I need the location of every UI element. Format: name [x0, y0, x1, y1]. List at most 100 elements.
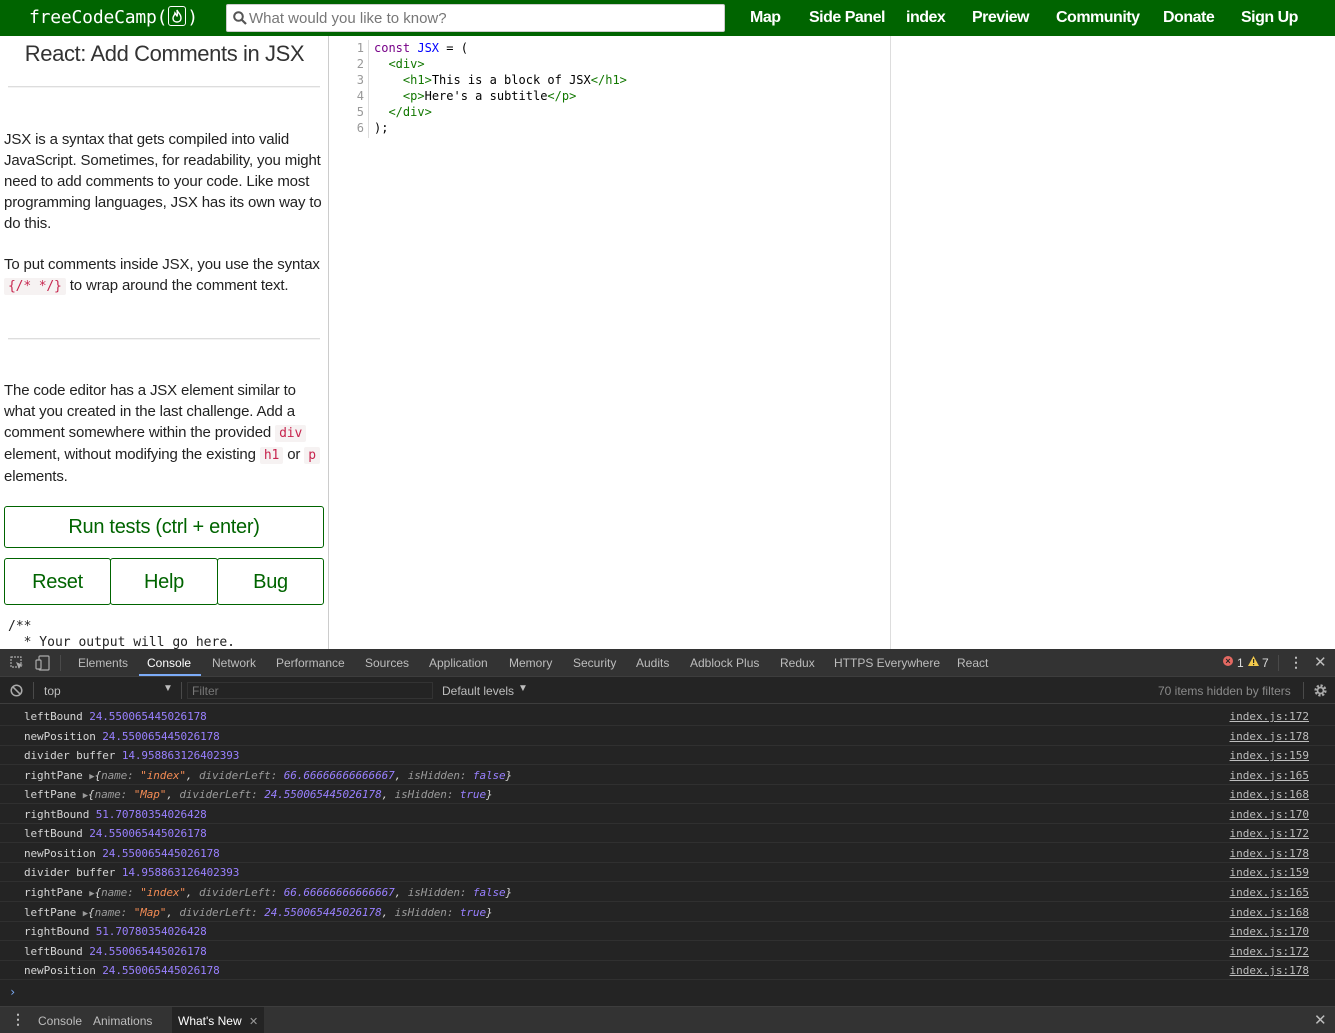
log-object[interactable]: {name: "Map", dividerLeft: 24.5500654450… [88, 788, 493, 802]
source-link[interactable]: index.js:178 [1230, 730, 1309, 743]
tab-console[interactable]: Console [147, 656, 191, 670]
source-link[interactable]: index.js:178 [1230, 847, 1309, 860]
drawer-tab-animations[interactable]: Animations [93, 1014, 152, 1028]
tab-application[interactable]: Application [429, 656, 488, 670]
devtools-panel: Elements Console Network Performance Sou… [0, 649, 1335, 1033]
tab-security[interactable]: Security [573, 656, 616, 670]
close-devtools-icon[interactable]: ✕ [1314, 653, 1327, 671]
description-paragraph-2: To put comments inside JSX, you use the … [4, 254, 324, 297]
source-link[interactable]: index.js:172 [1230, 945, 1309, 958]
drawer-menu-icon[interactable]: ⋮ [11, 1011, 25, 1028]
log-value: 24.550065445026178 [102, 964, 220, 978]
close-tab-icon[interactable]: ✕ [249, 1015, 258, 1028]
object-value: false [472, 768, 506, 782]
help-button[interactable]: Help [110, 558, 218, 605]
source-link[interactable]: index.js:168 [1230, 906, 1309, 919]
tab-performance[interactable]: Performance [276, 656, 345, 670]
log-value: 51.70780354026428 [95, 807, 207, 821]
inspect-element-icon[interactable] [10, 656, 24, 670]
nav-link-donate[interactable]: Donate [1163, 9, 1215, 27]
filter-input[interactable] [187, 682, 433, 699]
inline-code: div [275, 425, 307, 442]
warning-count[interactable]: 7 [1262, 656, 1269, 670]
text: to wrap around the comment text. [69, 277, 289, 294]
object-value: 24.550065445026178 [264, 905, 382, 919]
description-paragraph-1: JSX is a syntax that gets compiled into … [4, 131, 322, 232]
output-line: * Your output will go here. [8, 635, 235, 649]
tab-https-everywhere[interactable]: HTTPS Everywhere [834, 656, 940, 670]
divider [8, 338, 320, 339]
object-value: 66.66666666666667 [283, 768, 395, 782]
search-icon [233, 11, 247, 25]
tab-sources[interactable]: Sources [365, 656, 409, 670]
tab-redux[interactable]: Redux [780, 656, 815, 670]
console-message: leftPane ▶{name: "Map", dividerLeft: 24.… [24, 788, 493, 801]
tab-memory[interactable]: Memory [509, 656, 552, 670]
tab-adblock-plus[interactable]: Adblock Plus [690, 656, 759, 670]
chevron-down-icon[interactable]: ▼ [518, 683, 528, 694]
more-options-icon[interactable]: ⋮ [1289, 654, 1303, 671]
drawer-tab-whats-new[interactable]: What's New ✕ [172, 1007, 264, 1033]
log-object[interactable]: {name: "index", dividerLeft: 66.66666666… [95, 769, 513, 782]
source-link[interactable]: index.js:172 [1230, 827, 1309, 840]
bug-button[interactable]: Bug [217, 558, 324, 605]
search-input[interactable] [249, 8, 719, 28]
reset-button[interactable]: Reset [4, 558, 111, 605]
error-count[interactable]: 1 [1237, 656, 1244, 670]
tab-react[interactable]: React [957, 656, 988, 670]
object-value: "Map" [133, 788, 167, 802]
source-link[interactable]: index.js:168 [1230, 788, 1309, 801]
log-object[interactable]: {name: "index", dividerLeft: 66.66666666… [95, 886, 513, 899]
source-link[interactable]: index.js:159 [1230, 749, 1309, 762]
jsx-text: This is a block of JSX [431, 73, 591, 87]
tab-elements[interactable]: Elements [78, 656, 128, 670]
freecodecamp-logo[interactable]: freeCodeCamp() [29, 6, 198, 28]
tab-network[interactable]: Network [212, 656, 256, 670]
nav-link-side-panel[interactable]: Side Panel [809, 9, 885, 27]
drawer-tab-console[interactable]: Console [38, 1014, 82, 1028]
code-line: <h1>This is a block of JSX</h1> [374, 72, 627, 88]
log-object[interactable]: {name: "Map", dividerLeft: 24.5500654450… [88, 905, 493, 919]
nav-link-community[interactable]: Community [1056, 9, 1140, 27]
console-row: rightPane ▶{name: "index", dividerLeft: … [0, 883, 1335, 902]
source-link[interactable]: index.js:165 [1230, 886, 1309, 899]
console-message: newPosition 24.550065445026178 [24, 847, 220, 860]
context-selector[interactable]: top [44, 684, 61, 698]
drawer-tab-label: What's New [178, 1014, 242, 1028]
nav-link-map[interactable]: Map [750, 9, 781, 27]
log-label: rightBound [24, 925, 90, 939]
source-link[interactable]: index.js:172 [1230, 710, 1309, 723]
source-link[interactable]: index.js:159 [1230, 866, 1309, 879]
clear-console-icon[interactable] [10, 684, 23, 697]
instructions-panel: React: Add Comments in JSX JSX is a synt… [0, 36, 329, 649]
source-link[interactable]: index.js:170 [1230, 808, 1309, 821]
nav-link-preview[interactable]: Preview [972, 9, 1029, 27]
code-editor[interactable]: 1 2 3 4 5 6 const JSX = ( <div> <h1>This… [329, 36, 891, 649]
log-label: divider buffer [24, 866, 116, 880]
source-link[interactable]: index.js:165 [1230, 769, 1309, 782]
device-toolbar-icon[interactable] [35, 655, 51, 671]
console-prompt-icon[interactable]: › [9, 985, 16, 999]
console-message: leftBound 24.550065445026178 [24, 945, 207, 958]
nav-link-index[interactable]: index [906, 9, 946, 27]
chevron-down-icon[interactable]: ▼ [163, 683, 173, 694]
code-line: <p>Here's a subtitle</p> [374, 88, 576, 104]
object-value: 66.66666666666667 [283, 885, 395, 899]
console-row: leftBound 24.550065445026178 index.js:172 [0, 942, 1335, 961]
console-message: newPosition 24.550065445026178 [24, 964, 220, 977]
log-levels-dropdown[interactable]: Default levels [442, 684, 514, 698]
run-tests-button[interactable]: Run tests (ctrl + enter) [4, 506, 324, 548]
log-label: leftPane [24, 905, 77, 919]
nav-link-sign-up[interactable]: Sign Up [1241, 9, 1298, 27]
settings-gear-icon[interactable] [1313, 683, 1328, 698]
tab-audits[interactable]: Audits [636, 656, 669, 670]
log-label: leftBound [24, 710, 83, 723]
source-link[interactable]: index.js:170 [1230, 925, 1309, 938]
log-label: leftPane [24, 788, 77, 802]
console-toolbar: top ▼ Default levels ▼ 70 items hidden b… [0, 677, 1335, 704]
close-drawer-icon[interactable]: ✕ [1314, 1011, 1327, 1029]
source-link[interactable]: index.js:178 [1230, 964, 1309, 977]
